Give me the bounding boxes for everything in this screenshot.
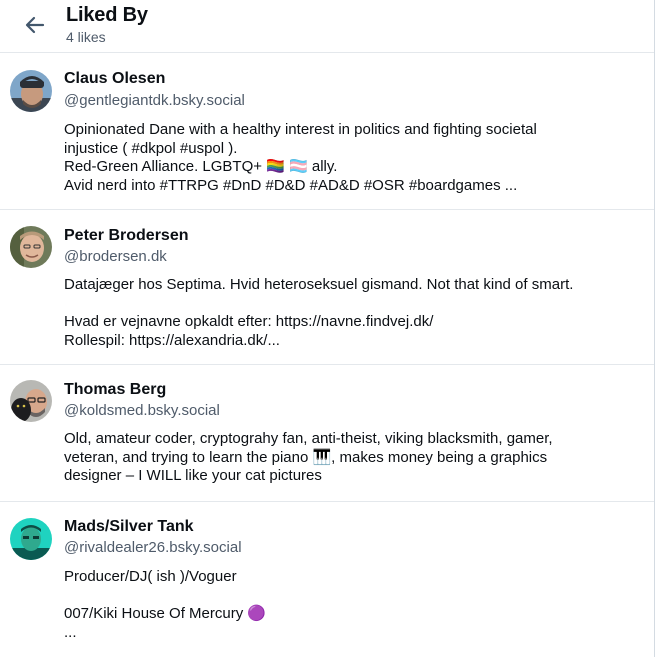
user-bio: Producer/DJ( ish )/Voguer 007/Kiki House…	[64, 568, 624, 642]
user-name[interactable]: Mads/Silver Tank	[64, 518, 194, 536]
bio-line: Red-Green Alliance. LGBTQ+ 🏳️‍🌈 🏳️‍⚧️ al…	[64, 158, 338, 175]
bio-line	[64, 587, 624, 606]
bio-line: injustice ( #dkpol #uspol ).	[64, 139, 238, 157]
avatar[interactable]	[10, 518, 52, 560]
user-card[interactable]: Peter Brodersen @brodersen.dk Datajæger …	[0, 210, 654, 365]
bio-line: designer – I WILL like your cat pictures	[64, 467, 322, 484]
user-name[interactable]: Claus Olesen	[64, 70, 165, 88]
user-handle[interactable]: @koldsmed.bsky.social	[64, 402, 220, 419]
bio-line: Datajæger hos Septima. Hvid heteroseksue…	[64, 276, 574, 293]
bio-line: Hvad er vejnavne opkaldt efter: https://…	[64, 313, 434, 330]
avatar[interactable]	[10, 380, 52, 422]
bio-line: veteran, and trying to learn the piano 🎹…	[64, 448, 548, 466]
bio-line: Opinionated Dane with a healthy interest…	[64, 121, 537, 138]
avatar[interactable]	[10, 70, 52, 112]
user-bio: Opinionated Dane with a healthy interest…	[64, 121, 624, 195]
user-name[interactable]: Peter Brodersen	[64, 227, 189, 245]
avatar[interactable]	[10, 226, 52, 268]
bio-line	[64, 295, 624, 314]
user-handle[interactable]: @rivaldealer26.bsky.social	[64, 539, 242, 556]
user-handle[interactable]: @brodersen.dk	[64, 248, 167, 265]
page-header: Liked By 4 likes	[0, 0, 654, 53]
user-handle[interactable]: @gentlegiantdk.bsky.social	[64, 92, 245, 109]
bio-line: Producer/DJ( ish )/Voguer	[64, 568, 237, 585]
user-card[interactable]: Thomas Berg @koldsmed.bsky.social Old, a…	[0, 365, 654, 502]
bio-line: Old, amateur coder, cryptograhy fan, ant…	[64, 430, 553, 447]
bio-line: Rollespil: https://alexandria.dk/...	[64, 331, 280, 349]
bio-line: Avid nerd into #TTRPG #DnD #D&D #AD&D #O…	[64, 176, 518, 194]
likes-count: 4 likes	[66, 29, 106, 45]
user-card[interactable]: Mads/Silver Tank @rivaldealer26.bsky.soc…	[0, 502, 654, 657]
user-bio: Old, amateur coder, cryptograhy fan, ant…	[64, 430, 624, 486]
bio-line: 007/Kiki House Of Mercury 🟣	[64, 605, 267, 622]
liked-by-panel: Liked By 4 likes Claus Olesen @gentlegia…	[0, 0, 655, 657]
arrow-left-icon	[25, 16, 45, 34]
back-button[interactable]	[20, 10, 50, 40]
user-name[interactable]: Thomas Berg	[64, 381, 166, 399]
user-card[interactable]: Claus Olesen @gentlegiantdk.bsky.social …	[0, 53, 654, 210]
user-bio: Datajæger hos Septima. Hvid heteroseksue…	[64, 276, 624, 350]
page-title: Liked By	[66, 4, 148, 26]
bio-line: ...	[64, 623, 77, 641]
